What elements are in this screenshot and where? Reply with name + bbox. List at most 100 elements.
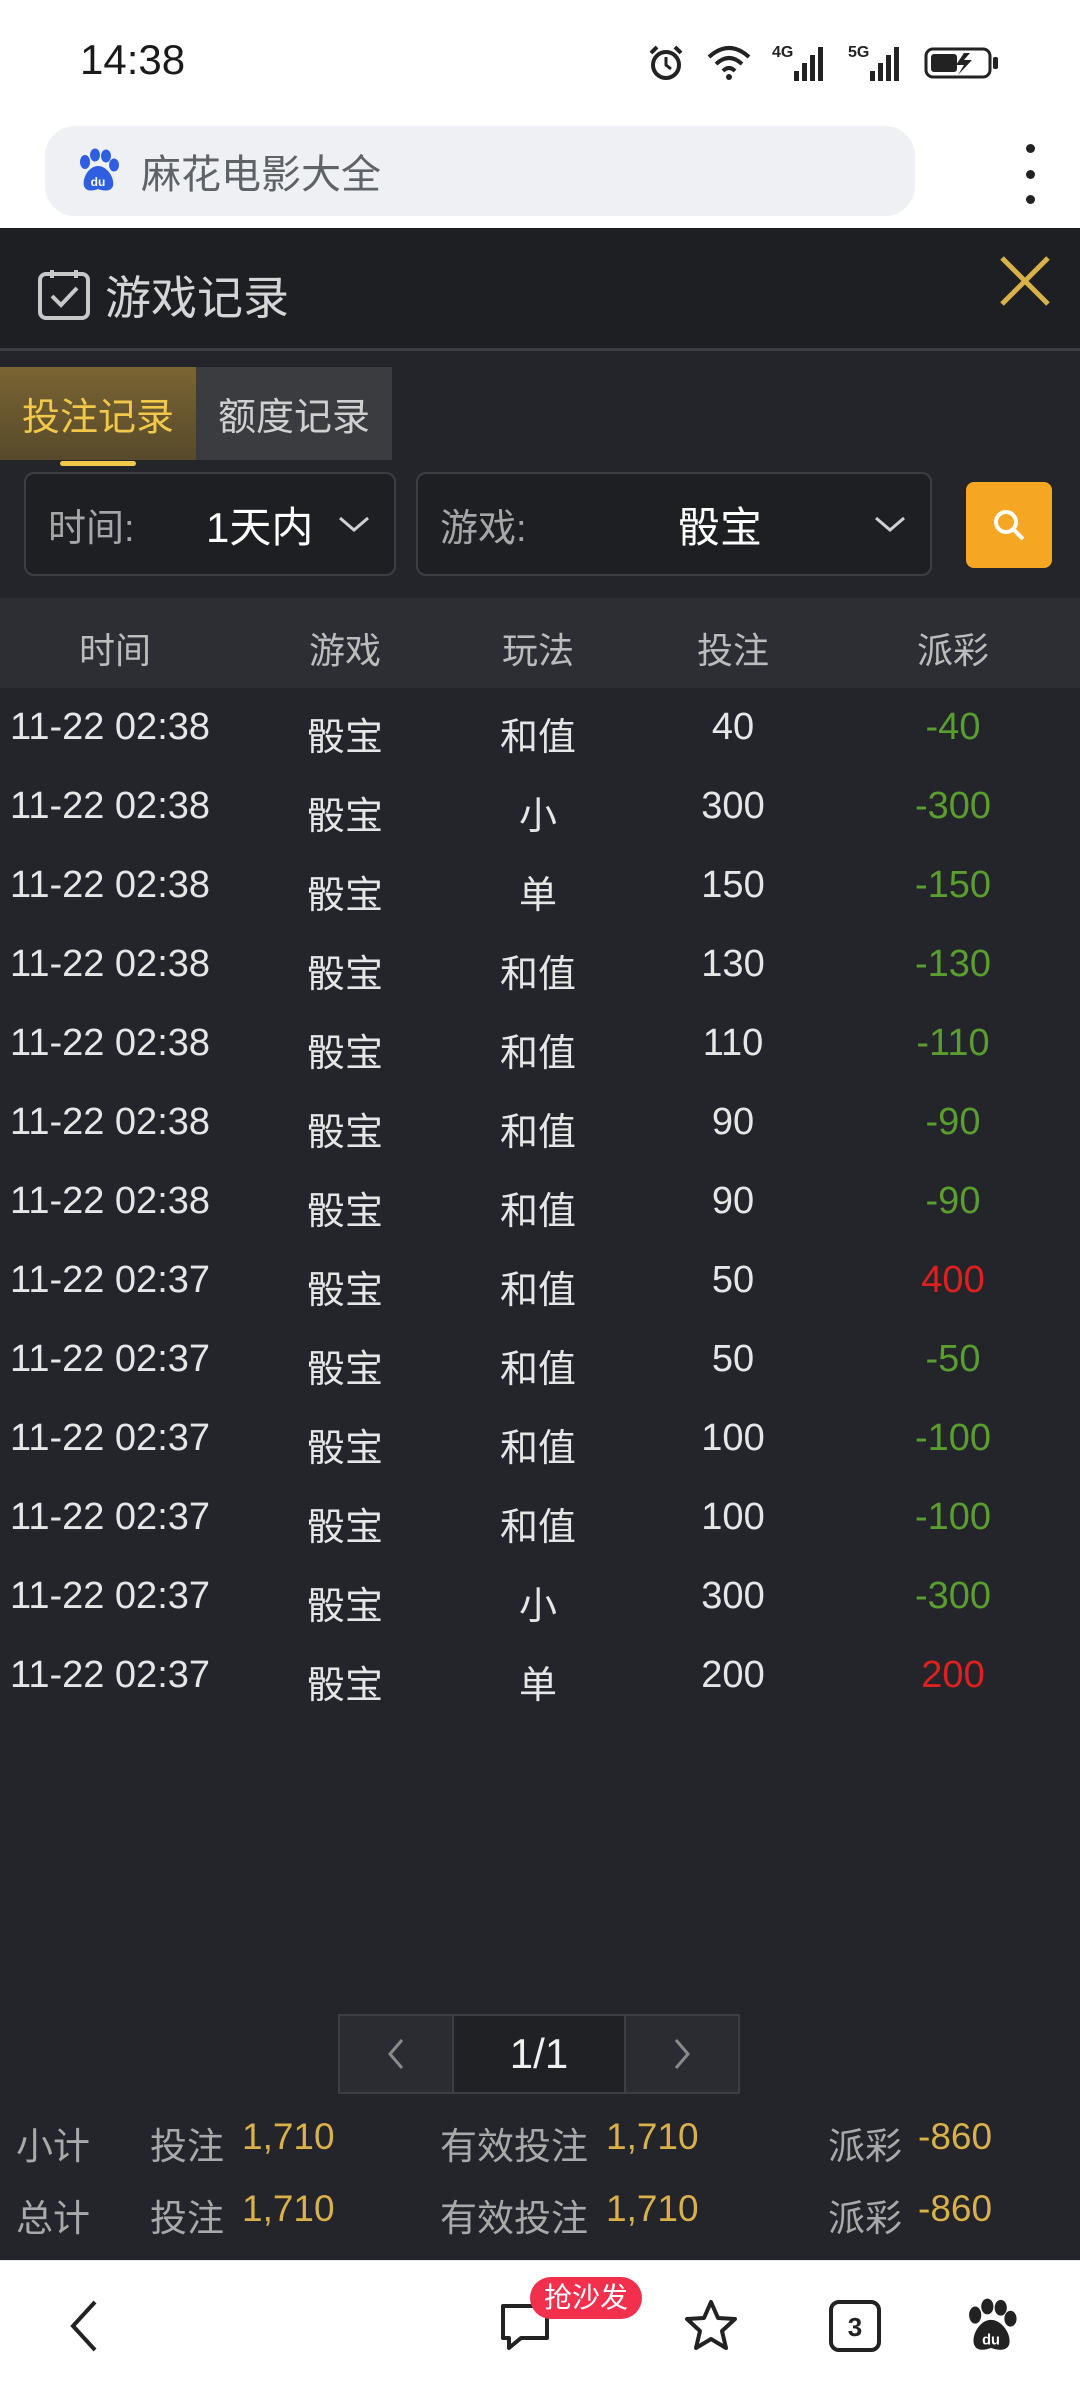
cell-play: 和值: [499, 1112, 576, 1154]
cell-payout: -100: [914, 1496, 992, 1538]
chevron-right-icon: [674, 2039, 690, 2069]
back-button[interactable]: [50, 2291, 120, 2361]
table-row: 11-22 02:37 骰宝 和值 50 400: [0, 1241, 1080, 1320]
tabs-icon: 3: [829, 2300, 881, 2352]
svg-text:du: du: [91, 175, 106, 189]
time-filter-select[interactable]: 时间: 1天内: [24, 472, 396, 576]
cell-game: 骰宝: [306, 875, 383, 917]
svg-text:du: du: [982, 2332, 1000, 2348]
cell-game: 骰宝: [306, 1665, 383, 1707]
cell-game: 骰宝: [306, 1112, 383, 1154]
game-filter-select[interactable]: 游戏: 骰宝: [416, 472, 932, 576]
cell-payout: -100: [914, 1417, 992, 1459]
column-header-payout: 派彩: [916, 630, 989, 671]
total-payout-label: 派彩: [828, 2198, 902, 2239]
table-row: 11-22 02:38 骰宝 和值 130 -130: [0, 925, 1080, 1004]
table-row: 11-22 02:38 骰宝 和值 90 -90: [0, 1162, 1080, 1241]
svg-text:3: 3: [848, 2312, 862, 2342]
cell-bet: 110: [702, 1022, 764, 1064]
subtotal-valid-label: 有效投注: [440, 2126, 588, 2167]
cell-time: 11-22 02:38: [10, 864, 211, 906]
back-icon: [70, 2300, 97, 2352]
cell-play: 单: [518, 875, 557, 917]
record-icon: [38, 270, 90, 320]
cell-play: 和值: [499, 1349, 576, 1391]
total-valid-label: 有效投注: [440, 2198, 588, 2239]
column-header-play: 玩法: [501, 630, 574, 671]
cell-play: 和值: [499, 954, 576, 996]
sofa-badge[interactable]: 抢沙发: [530, 2277, 643, 2319]
panel-header: 游戏记录: [0, 228, 1080, 351]
cell-play: 小: [518, 796, 557, 838]
total-payout-value: -860: [918, 2188, 993, 2229]
panel-title: 游戏记录: [105, 272, 289, 324]
table-row: 11-22 02:37 骰宝 和值 100 -100: [0, 1478, 1080, 1557]
chevron-down-icon: [875, 516, 905, 532]
game-filter-value: 骰宝: [678, 503, 763, 551]
tab-credit-records[interactable]: 额度记录: [196, 367, 392, 460]
cell-game: 骰宝: [306, 1507, 383, 1549]
table-row: 11-22 02:38 骰宝 和值 110 -110: [0, 1004, 1080, 1083]
cell-bet: 90: [711, 1101, 755, 1143]
record-tabs: 投注记录 额度记录: [0, 367, 392, 466]
time-filter-value: 1天内: [206, 503, 314, 551]
column-header-game: 游戏: [308, 630, 381, 671]
game-filter-label: 游戏:: [440, 507, 527, 550]
browser-bar: du 麻花电影大全: [0, 120, 1080, 228]
search-icon: [994, 510, 1025, 541]
baidu-home-button[interactable]: du: [956, 2291, 1026, 2361]
cell-time: 11-22 02:38: [10, 1180, 211, 1222]
4g-signal-icon: 4G: [772, 44, 823, 81]
prev-page-button[interactable]: [338, 2014, 454, 2094]
next-page-button[interactable]: [624, 2014, 740, 2094]
favorite-button[interactable]: [676, 2291, 746, 2361]
address-bar[interactable]: du 麻花电影大全: [45, 126, 915, 216]
cell-game: 骰宝: [306, 717, 383, 759]
total-bet-label: 投注: [150, 2198, 224, 2239]
tab-bet-records[interactable]: 投注记录: [0, 367, 196, 466]
cell-payout: -130: [914, 943, 992, 985]
battery-icon: [924, 47, 998, 79]
star-icon: [685, 2300, 737, 2350]
search-button[interactable]: [966, 482, 1052, 568]
cell-time: 11-22 02:37: [10, 1259, 211, 1301]
cell-time: 11-22 02:38: [10, 943, 211, 985]
chevron-left-icon: [388, 2039, 404, 2069]
more-menu-icon[interactable]: [1020, 144, 1040, 204]
record-list: 11-22 02:38 骰宝 和值 40 -40 11-22 02:38 骰宝小 300 -30…: [0, 688, 1080, 1715]
total-bet-value: 1,710: [242, 2188, 335, 2229]
cell-play: 和值: [499, 1428, 576, 1470]
total-valid-value: 1,710: [606, 2188, 699, 2229]
cell-payout: 400: [921, 1259, 985, 1301]
baidu-paw-icon: du: [80, 148, 119, 191]
cell-game: 骰宝: [306, 1191, 383, 1233]
subtotal-valid-value: 1,710: [606, 2116, 699, 2157]
cell-play: 和值: [499, 1033, 576, 1075]
page-indicator: 1/1: [454, 2014, 624, 2094]
column-header-time: 时间: [78, 630, 151, 671]
5g-signal-icon: 5G: [848, 44, 899, 81]
tabs-button[interactable]: 3: [820, 2291, 890, 2361]
cell-time: 11-22 02:37: [10, 1575, 211, 1617]
status-icons: 4G 5G: [646, 38, 1000, 88]
cell-time: 11-22 02:38: [10, 785, 211, 827]
cell-payout: 200: [921, 1654, 985, 1696]
cell-payout: -110: [916, 1022, 990, 1064]
total-row: 总计 投注 1,710 有效投注 1,710 派彩 -860: [0, 2178, 1080, 2242]
cell-time: 11-22 02:38: [10, 1101, 211, 1143]
cell-play: 和值: [499, 1270, 576, 1312]
close-icon[interactable]: [990, 246, 1060, 316]
cell-bet: 300: [701, 1575, 765, 1617]
svg-text:4G: 4G: [772, 44, 793, 61]
cell-play: 和值: [499, 1507, 576, 1549]
cell-play: 单: [518, 1665, 557, 1707]
cell-play: 和值: [499, 1191, 576, 1233]
cell-bet: 150: [701, 864, 765, 906]
subtotal-bet-value: 1,710: [242, 2116, 335, 2157]
table-row: 11-22 02:38 骰宝 单 150 -150: [0, 846, 1080, 925]
cell-payout: -40: [925, 706, 981, 748]
cell-bet: 50: [711, 1338, 755, 1380]
subtotal-payout-label: 派彩: [828, 2126, 902, 2167]
cell-game: 骰宝: [306, 954, 383, 996]
subtotal-label: 小计: [16, 2126, 90, 2167]
